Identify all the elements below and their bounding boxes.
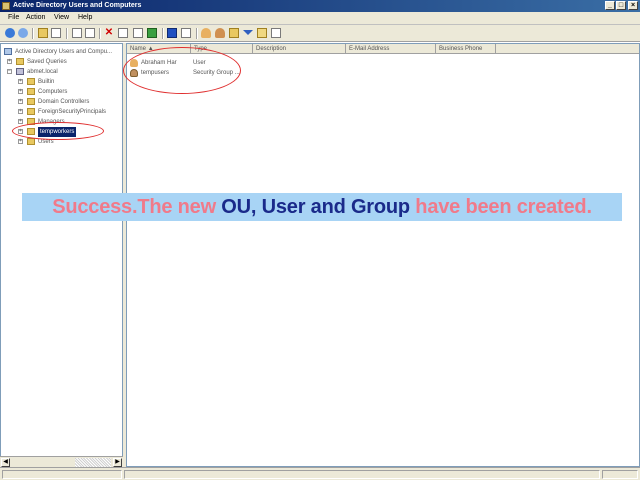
expand-icon[interactable]: + [18, 119, 23, 124]
folder-icon [16, 58, 24, 65]
annotation-ellipse-list [123, 47, 241, 94]
refresh-icon[interactable] [147, 28, 157, 38]
expand-icon[interactable]: + [18, 89, 23, 94]
cut-icon[interactable] [72, 28, 82, 38]
toolbar-separator [32, 28, 34, 39]
expand-icon[interactable]: + [7, 59, 12, 64]
status-panel [2, 470, 122, 479]
collapse-icon[interactable]: − [7, 69, 12, 74]
menu-file[interactable]: File [8, 14, 19, 21]
delete-icon[interactable]: ✕ [104, 28, 114, 38]
console-tree[interactable]: Active Directory Users and Compu... + Sa… [0, 43, 123, 467]
column-header-label: Name [130, 46, 147, 52]
column-header-filler [496, 44, 639, 54]
status-panel [602, 470, 638, 479]
menu-view[interactable]: View [54, 14, 69, 21]
export-icon[interactable] [133, 28, 143, 38]
folder-icon [27, 98, 35, 105]
move-icon[interactable] [271, 28, 281, 38]
tree-item-label: Saved Queries [27, 59, 67, 65]
details-list[interactable]: Name ▲ Type Description E-Mail Address B… [126, 43, 640, 467]
toolbar-separator [99, 28, 101, 39]
expand-icon[interactable]: + [18, 139, 23, 144]
tree-root-label: Active Directory Users and Compu... [15, 49, 113, 55]
app-icon [2, 2, 10, 10]
tree-item-label: Domain Controllers [38, 99, 90, 105]
filter-icon[interactable] [243, 30, 253, 35]
find-icon[interactable] [257, 28, 267, 38]
tree-horizontal-scrollbar[interactable]: ◀ ▶ [0, 456, 123, 467]
success-banner: Success.The new OU, User and Group have … [22, 193, 622, 221]
copy-icon[interactable] [85, 28, 95, 38]
scroll-thumb[interactable] [75, 458, 111, 467]
maximize-button[interactable]: □ [616, 1, 626, 10]
column-header-description[interactable]: Description [253, 44, 346, 54]
folder-icon [27, 78, 35, 85]
folder-icon [27, 138, 35, 145]
properties-icon[interactable] [118, 28, 128, 38]
domain-icon [16, 68, 24, 75]
banner-text-created: have been created. [409, 196, 592, 218]
new-group-icon[interactable] [215, 28, 225, 38]
tree-item-label: Computers [38, 89, 68, 95]
banner-text-objects: OU, User and Group [221, 196, 410, 218]
menu-bar: File Action View Help [0, 12, 640, 25]
console-icon[interactable] [181, 28, 191, 38]
status-bar [0, 467, 640, 480]
new-user-icon[interactable] [201, 28, 211, 38]
folder-icon [27, 88, 35, 95]
help-icon[interactable] [167, 28, 177, 38]
expand-icon[interactable]: + [18, 109, 23, 114]
toolbar-separator [66, 28, 68, 39]
banner-text-success: Success.The new [52, 196, 222, 218]
tree-item-label: Builtin [38, 79, 55, 85]
column-header-email[interactable]: E-Mail Address [346, 44, 436, 54]
menu-help[interactable]: Help [78, 14, 92, 21]
expand-icon[interactable]: + [18, 99, 23, 104]
scroll-left-icon[interactable]: ◀ [1, 458, 10, 467]
minimize-button[interactable]: _ [605, 1, 615, 10]
column-header-business-phone[interactable]: Business Phone [436, 44, 496, 54]
window-title: Active Directory Users and Computers [13, 2, 142, 9]
up-folder-icon[interactable] [38, 28, 48, 38]
toolbar: ✕ [0, 25, 640, 42]
console-root-icon [4, 48, 12, 55]
new-ou-icon[interactable] [229, 28, 239, 38]
back-arrow-icon[interactable] [5, 28, 15, 38]
tree-icon[interactable] [51, 28, 61, 38]
status-panel [124, 470, 600, 479]
title-bar: Active Directory Users and Computers _ □… [0, 0, 640, 12]
toolbar-separator [196, 28, 198, 39]
forward-arrow-icon[interactable] [18, 28, 28, 38]
scroll-right-icon[interactable]: ▶ [113, 458, 122, 467]
expand-icon[interactable]: + [18, 79, 23, 84]
tree-item-label: ForeignSecurityPrincipals [38, 109, 107, 115]
folder-icon [27, 108, 35, 115]
annotation-ellipse-tree [12, 122, 104, 140]
toolbar-separator [162, 28, 164, 39]
tree-item-label: abmet.local [27, 69, 58, 75]
menu-action[interactable]: Action [26, 14, 45, 21]
close-button[interactable]: × [628, 1, 638, 10]
